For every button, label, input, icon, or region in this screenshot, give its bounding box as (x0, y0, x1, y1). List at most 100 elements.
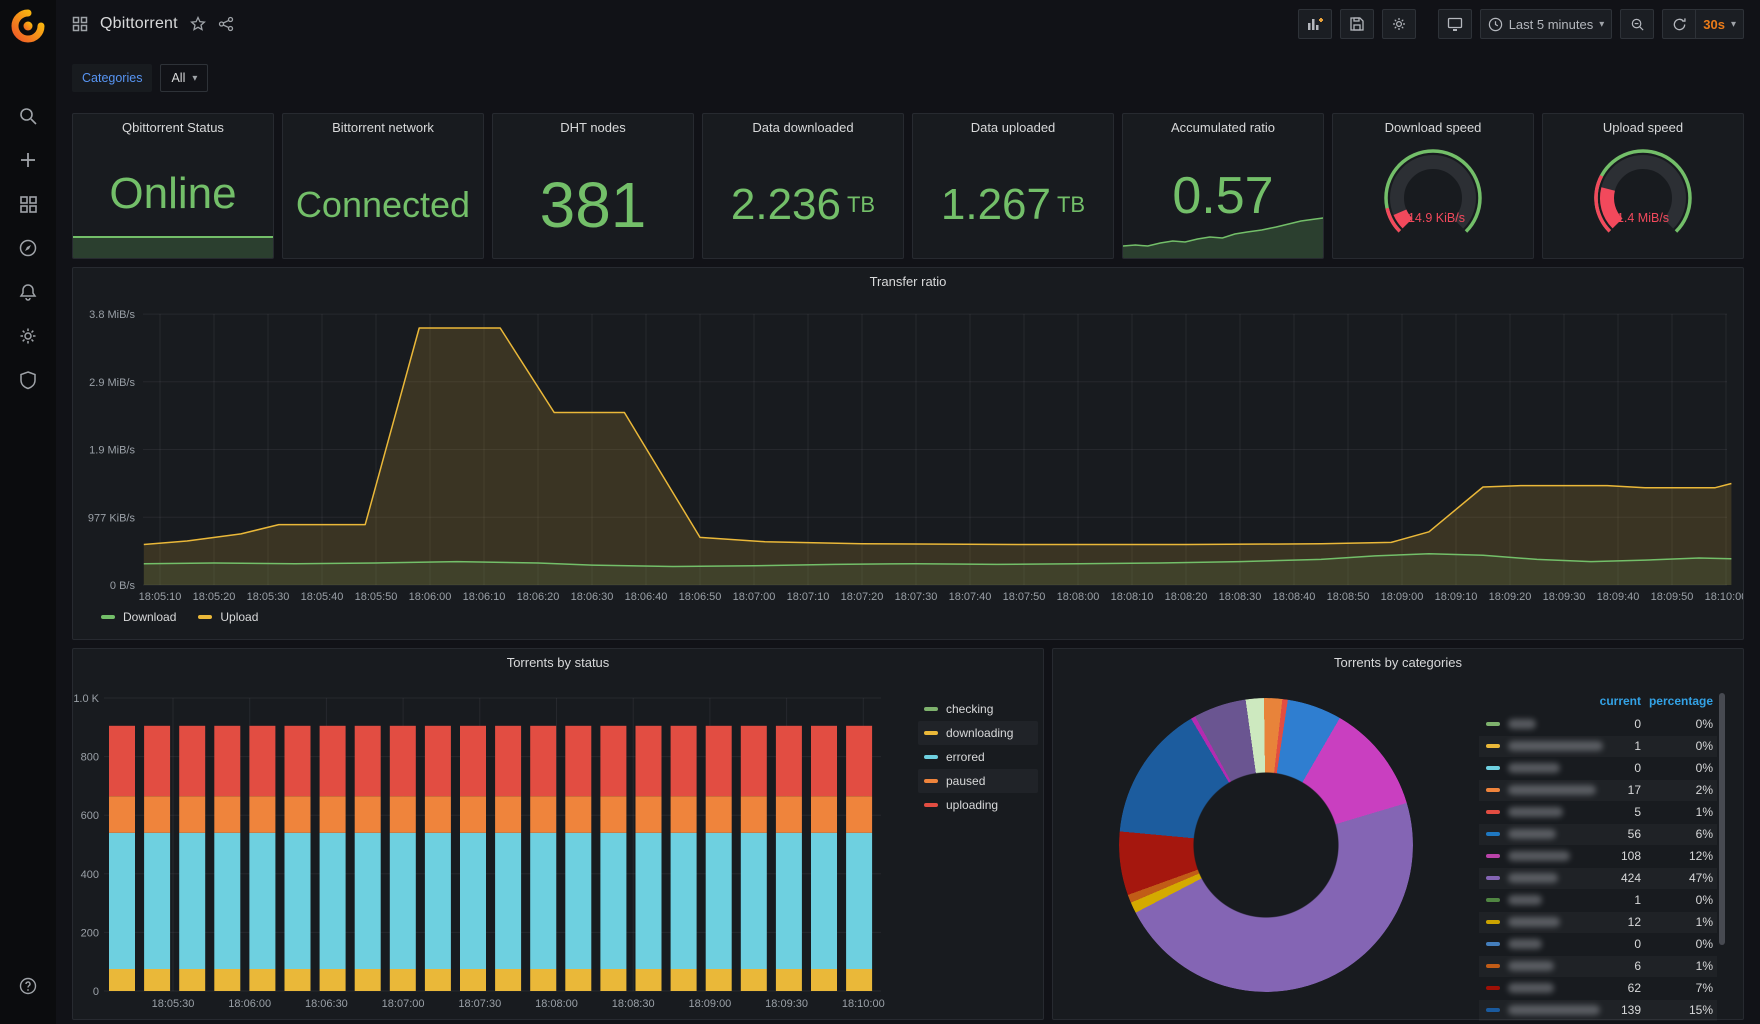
table-header-current[interactable]: current (1513, 694, 1641, 708)
table-scrollbar[interactable] (1719, 693, 1725, 945)
category-current-value: 424 (1620, 871, 1641, 885)
panel-dht-nodes: DHT nodes 381 (492, 113, 694, 259)
create-plus-icon[interactable] (18, 150, 38, 170)
svg-text:18:09:00: 18:09:00 (1381, 591, 1424, 603)
legend-item-errored[interactable]: errored (918, 745, 1038, 769)
legend-color-dash[interactable] (1486, 964, 1500, 968)
category-current-value: 1 (1634, 739, 1641, 753)
category-current-value: 6 (1634, 959, 1641, 973)
category-percentage-value: 0% (1695, 717, 1713, 731)
grafana-logo-icon[interactable] (10, 8, 46, 44)
stat-value: Connected (295, 184, 471, 225)
legend-color-dash[interactable] (1486, 986, 1500, 990)
category-current-value: 1 (1634, 893, 1641, 907)
legend-label: uploading (946, 798, 999, 812)
category-current-value: 108 (1620, 849, 1641, 863)
svg-text:18:10:00: 18:10:00 (1705, 591, 1743, 603)
gauge-value: 314.9 KiB/s (1401, 211, 1465, 225)
legend-item-download[interactable]: Download (101, 610, 176, 624)
dashboards-icon[interactable] (18, 194, 38, 214)
panel-title[interactable]: Download speed (1333, 114, 1533, 142)
legend-item-paused[interactable]: paused (918, 769, 1038, 793)
cycle-view-mode-button[interactable] (1437, 9, 1472, 39)
svg-text:18:07:20: 18:07:20 (841, 591, 884, 603)
explore-compass-icon[interactable] (18, 238, 38, 258)
category-percentage-value: 2% (1695, 783, 1713, 797)
svg-text:18:07:50: 18:07:50 (1003, 591, 1046, 603)
svg-text:3.8 MiB/s: 3.8 MiB/s (89, 309, 135, 321)
legend-label: downloading (946, 726, 1014, 740)
legend-color-dash[interactable] (1486, 876, 1500, 880)
categories-variable-label[interactable]: Categories (72, 64, 153, 92)
transfer-legend: Download Upload (101, 610, 258, 624)
dashboard-grid-icon[interactable] (72, 16, 88, 32)
legend-item-upload[interactable]: Upload (198, 610, 258, 624)
panel-title[interactable]: Accumulated ratio (1123, 114, 1323, 142)
svg-text:18:07:40: 18:07:40 (949, 591, 992, 603)
svg-text:977 KiB/s: 977 KiB/s (88, 512, 136, 524)
panel-title[interactable]: Upload speed (1543, 114, 1743, 142)
star-icon[interactable] (189, 16, 206, 32)
legend-color-dash[interactable] (1486, 788, 1500, 792)
legend-color-dash[interactable] (1486, 744, 1500, 748)
panel-title[interactable]: Data uploaded (913, 114, 1113, 142)
torrents-by-status-chart[interactable]: 0 200 400 600 800 1.0 K 18:05:30 18:06:00 18:06:… (73, 649, 1043, 1019)
legend-color-dash[interactable] (1486, 810, 1500, 814)
legend-color-dash[interactable] (1486, 832, 1500, 836)
legend-item-checking[interactable]: checking (918, 697, 1038, 721)
legend-item-uploading[interactable]: uploading (918, 793, 1038, 817)
svg-text:18:08:10: 18:08:10 (1111, 591, 1154, 603)
panel-title[interactable]: Bittorrent network (283, 114, 483, 142)
legend-color-dash[interactable] (1486, 766, 1500, 770)
svg-text:400: 400 (81, 869, 99, 881)
category-percentage-value: 1% (1695, 915, 1713, 929)
panel-accumulated-ratio: Accumulated ratio 0.57 (1122, 113, 1324, 259)
svg-text:18:05:50: 18:05:50 (355, 591, 398, 603)
add-panel-button[interactable] (1297, 9, 1332, 39)
legend-color-dash (924, 707, 938, 711)
panel-title[interactable]: Qbittorrent Status (73, 114, 273, 142)
panel-title[interactable]: Data downloaded (703, 114, 903, 142)
category-percentage-value: 47% (1688, 871, 1713, 885)
help-icon[interactable] (18, 976, 38, 996)
search-icon[interactable] (18, 106, 38, 126)
dashboard-settings-button[interactable] (1381, 9, 1416, 39)
refresh-interval-picker[interactable]: 30s ▾ (1695, 9, 1744, 39)
svg-text:18:08:00: 18:08:00 (1057, 591, 1100, 603)
svg-text:18:09:20: 18:09:20 (1489, 591, 1532, 603)
svg-text:18:08:30: 18:08:30 (1219, 591, 1262, 603)
svg-text:18:10:00: 18:10:00 (842, 998, 885, 1010)
save-dashboard-button[interactable] (1339, 9, 1374, 39)
panel-transfer-ratio: Transfer ratio 18:05:10 18:05:20 18:05:30 1… (72, 267, 1744, 640)
legend-color-dash[interactable] (1486, 1008, 1500, 1012)
legend-item-downloading[interactable]: downloading (918, 721, 1038, 745)
upload-speed-gauge: 1.4 MiB/s (1589, 144, 1697, 257)
category-percentage-value: 7% (1695, 981, 1713, 995)
svg-text:2.9 MiB/s: 2.9 MiB/s (89, 377, 135, 389)
legend-color-dash[interactable] (1486, 942, 1500, 946)
legend-color-dash (924, 803, 938, 807)
svg-text:18:06:30: 18:06:30 (571, 591, 614, 603)
alerting-bell-icon[interactable] (18, 282, 38, 302)
time-range-picker[interactable]: Last 5 minutes ▾ (1479, 9, 1613, 39)
categories-variable-select[interactable]: All ▾ (160, 64, 209, 92)
table-header-percentage[interactable]: percentage (1645, 694, 1713, 708)
legend-label: Download (123, 610, 177, 624)
svg-text:18:06:30: 18:06:30 (305, 998, 348, 1010)
svg-text:600: 600 (81, 810, 99, 822)
svg-text:18:06:00: 18:06:00 (409, 591, 452, 603)
legend-color-dash[interactable] (1486, 722, 1500, 726)
chevron-down-icon: ▾ (1730, 18, 1736, 30)
zoom-out-time-button[interactable] (1620, 9, 1655, 39)
refresh-button[interactable] (1662, 9, 1697, 39)
transfer-ratio-chart[interactable]: 18:05:10 18:05:20 18:05:30 18:05:40 18:05:50… (73, 268, 1743, 608)
panel-title[interactable]: DHT nodes (493, 114, 693, 142)
configuration-gear-icon[interactable] (18, 326, 38, 346)
share-icon[interactable] (218, 16, 234, 32)
admin-shield-icon[interactable] (18, 370, 38, 390)
svg-text:0 B/s: 0 B/s (110, 580, 136, 592)
sidebar (0, 0, 56, 1024)
legend-color-dash[interactable] (1486, 854, 1500, 858)
legend-color-dash[interactable] (1486, 920, 1500, 924)
legend-color-dash[interactable] (1486, 898, 1500, 902)
